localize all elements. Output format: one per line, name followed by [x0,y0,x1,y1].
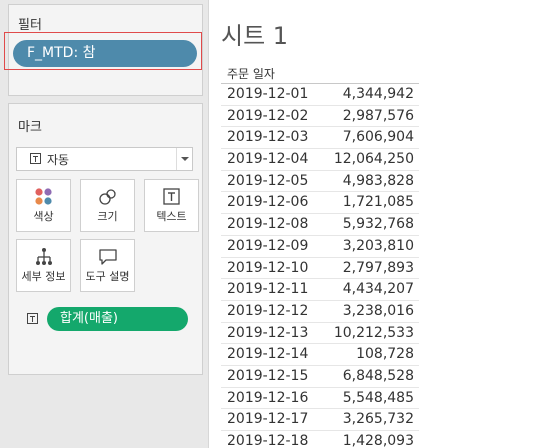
table-row[interactable]: 2019-12-05 4,983,828 [221,171,419,193]
order-date-cell: 2019-12-16 [227,389,309,406]
sales-value-cell: 5,932,768 [342,216,414,233]
order-date-cell: 2019-12-12 [227,302,309,319]
text-button[interactable]: 텍스트 [144,179,199,232]
order-date-cell: 2019-12-18 [227,433,309,448]
size-circles-icon [99,189,116,205]
table-row[interactable]: 2019-12-17 3,265,732 [221,409,419,431]
table-row[interactable]: 2019-12-02 2,987,576 [221,106,419,128]
color-button[interactable]: 색상 [16,179,71,232]
sales-value-cell: 7,606,904 [342,129,414,146]
sales-value-cell: 4,344,942 [342,86,414,102]
sales-value-cell: 2,797,893 [342,259,414,276]
filter-pill-f-mtd[interactable]: F_MTD: 참 [13,40,197,67]
sales-value-cell: 10,212,533 [333,324,414,341]
order-date-cell: 2019-12-15 [227,367,309,384]
hierarchy-icon [36,248,52,265]
sales-value-cell: 12,064,250 [333,151,414,168]
table-row[interactable]: 2019-12-10 2,797,893 [221,258,419,280]
order-date-cell: 2019-12-09 [227,237,309,254]
column-header-order-date[interactable]: 주문 일자 [227,65,275,82]
table-row[interactable]: 2019-12-04 12,064,250 [221,149,419,171]
chevron-down-icon[interactable] [181,157,189,161]
size-button[interactable]: 크기 [80,179,135,232]
order-date-cell: 2019-12-03 [227,129,309,146]
sales-value-cell: 4,434,207 [342,281,414,298]
sales-value-cell: 3,238,016 [342,302,414,319]
sales-value-cell: 3,265,732 [342,411,414,428]
order-date-cell: 2019-12-08 [227,216,309,233]
order-date-cell: 2019-12-06 [227,194,309,211]
text-button-label: 텍스트 [156,210,187,223]
mark-type-label: 자동 [47,153,70,167]
data-table: 2019-12-01 4,344,942 2019-12-02 2,987,576 20… [221,84,419,448]
mark-type-dropdown[interactable]: 자동 [16,147,193,171]
order-date-cell: 2019-12-05 [227,172,309,189]
table-row[interactable]: 2019-12-14 108,728 [221,344,419,366]
sales-value-cell: 2,987,576 [342,107,414,124]
dropdown-divider [176,148,177,170]
text-mark-icon [30,153,41,164]
tooltip-button[interactable]: 도구 설명 [80,239,135,292]
detail-button-label: 세부 정보 [21,270,66,283]
sales-value-cell: 5,548,485 [342,389,414,406]
sales-value-cell: 1,721,085 [342,194,414,211]
table-row[interactable]: 2019-12-08 5,932,768 [221,214,419,236]
measure-pill-sum-sales[interactable]: 합계(매출) [47,307,188,331]
sales-value-cell: 3,203,810 [342,237,414,254]
detail-button[interactable]: 세부 정보 [16,239,71,292]
order-date-cell: 2019-12-17 [227,411,309,428]
order-date-cell: 2019-12-11 [227,281,309,298]
table-row[interactable]: 2019-12-16 5,548,485 [221,388,419,410]
table-row[interactable]: 2019-12-01 4,344,942 [221,84,419,106]
color-button-label: 색상 [33,210,54,223]
panel-divider[interactable] [208,0,209,448]
table-row[interactable]: 2019-12-09 3,203,810 [221,236,419,258]
sheet-title: 시트 1 [221,22,289,50]
order-date-cell: 2019-12-01 [227,86,309,102]
text-mark-icon [27,313,38,324]
color-dots-icon [35,188,52,205]
size-button-label: 크기 [97,210,118,223]
sales-value-cell: 6,848,528 [342,367,414,384]
table-row[interactable]: 2019-12-11 4,434,207 [221,279,419,301]
table-row[interactable]: 2019-12-13 10,212,533 [221,323,419,345]
order-date-cell: 2019-12-14 [227,346,309,363]
order-date-cell: 2019-12-02 [227,107,309,124]
sales-value-cell: 1,428,093 [342,433,414,448]
tooltip-button-label: 도구 설명 [85,270,130,283]
table-row[interactable]: 2019-12-12 3,238,016 [221,301,419,323]
order-date-cell: 2019-12-04 [227,151,309,168]
sales-value-cell: 108,728 [356,346,414,363]
speech-bubble-icon [99,249,117,265]
table-row[interactable]: 2019-12-15 6,848,528 [221,366,419,388]
table-row[interactable]: 2019-12-06 1,721,085 [221,192,419,215]
sales-value-cell: 4,983,828 [342,172,414,189]
text-T-icon [163,188,180,205]
order-date-cell: 2019-12-10 [227,259,309,276]
marks-title: 마크 [18,120,42,135]
table-row[interactable]: 2019-12-03 7,606,904 [221,127,419,150]
order-date-cell: 2019-12-13 [227,324,309,341]
table-row[interactable]: 2019-12-18 1,428,093 [221,431,419,448]
filters-title: 필터 [18,18,42,33]
